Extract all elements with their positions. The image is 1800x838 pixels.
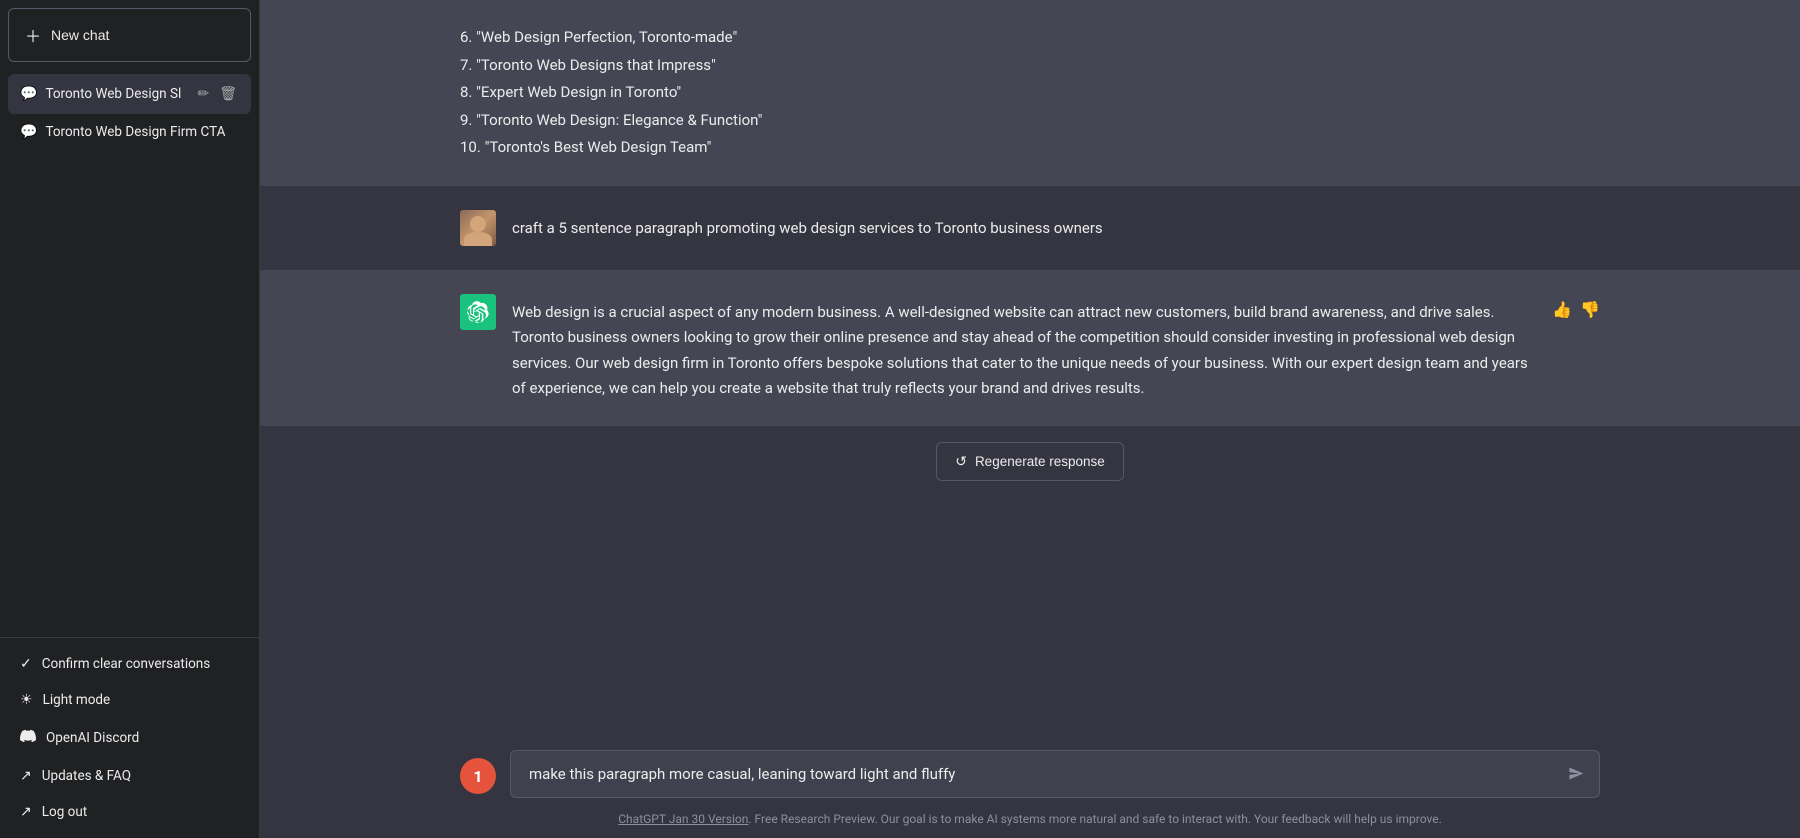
ai-response-text: Web design is a crucial aspect of any mo… — [512, 294, 1536, 402]
new-chat-button[interactable]: ＋ New chat — [8, 8, 251, 62]
list-item: 9. "Toronto Web Design: Elegance & Funct… — [460, 107, 1600, 135]
delete-icon[interactable]: 🗑 — [217, 84, 239, 104]
numbered-list: 6. "Web Design Perfection, Toronto-made"… — [460, 24, 1600, 162]
thumbs-down-icon[interactable]: 👎 — [1580, 300, 1600, 319]
chat-item-actions: ✏ 🗑 — [195, 84, 239, 104]
external-link-icon: ↗ — [20, 768, 32, 784]
sidebar-item-log-out[interactable]: ↗ Log out — [8, 794, 251, 830]
thumbs-up-icon[interactable]: 👍 — [1552, 300, 1572, 319]
list-num: 10. — [460, 138, 481, 156]
list-item: 7. "Toronto Web Designs that Impress" — [460, 52, 1600, 80]
chat-list: 💬 Toronto Web Design Sl ✏ 🗑 💬 Toronto We… — [0, 70, 259, 637]
ai-feedback-buttons: 👍 👎 — [1552, 294, 1600, 319]
list-text: "Toronto Web Design: Elegance & Function… — [476, 111, 762, 129]
list-text: "Toronto's Best Web Design Team" — [485, 138, 712, 156]
chat-item-label: Toronto Web Design Sl — [45, 86, 187, 102]
sidebar-bottom-label: Updates & FAQ — [42, 768, 131, 784]
sidebar-item-toronto-web-design-sl[interactable]: 💬 Toronto Web Design Sl ✏ 🗑 — [8, 74, 251, 114]
check-icon: ✓ — [20, 656, 32, 672]
list-text: "Expert Web Design in Toronto" — [476, 83, 681, 101]
footer-text: ChatGPT Jan 30 Version. Free Research Pr… — [460, 802, 1600, 838]
sidebar-bottom-label: Light mode — [43, 692, 111, 708]
sidebar-item-light-mode[interactable]: ☀ Light mode — [8, 682, 251, 718]
chat-item-label: Toronto Web Design Firm CTA — [45, 124, 239, 140]
user-avatar — [460, 210, 496, 246]
chat-messages: 6. "Web Design Perfection, Toronto-made"… — [260, 0, 1800, 738]
input-area: 1 ChatGPT Jan 30 Version. Free Research … — [260, 738, 1800, 838]
sidebar-item-toronto-web-design-firm[interactable]: 💬 Toronto Web Design Firm CTA — [8, 114, 251, 150]
sidebar-item-updates-faq[interactable]: ↗ Updates & FAQ — [8, 758, 251, 794]
new-chat-label: New chat — [51, 27, 109, 43]
footer-suffix: . Free Research Preview. Our goal is to … — [748, 812, 1441, 826]
send-button[interactable] — [1564, 762, 1588, 791]
send-icon — [1568, 766, 1584, 782]
user-number-badge: 1 — [460, 758, 496, 794]
ai-avatar — [460, 294, 496, 330]
user-message-text: craft a 5 sentence paragraph promoting w… — [512, 210, 1103, 240]
user-message-block: craft a 5 sentence paragraph promoting w… — [260, 186, 1800, 270]
plus-icon: ＋ — [25, 23, 41, 47]
list-num: 9. — [460, 111, 472, 129]
sidebar: ＋ New chat 💬 Toronto Web Design Sl ✏ 🗑 💬… — [0, 0, 260, 838]
message-input[interactable] — [510, 750, 1600, 798]
list-item: 10. "Toronto's Best Web Design Team" — [460, 134, 1600, 162]
list-num: 6. — [460, 28, 472, 46]
sidebar-item-openai-discord[interactable]: OpenAI Discord — [8, 718, 251, 758]
main-content: 6. "Web Design Perfection, Toronto-made"… — [260, 0, 1800, 838]
sun-icon: ☀ — [20, 692, 33, 708]
user-badge-number: 1 — [473, 767, 482, 786]
sidebar-bottom-label: OpenAI Discord — [46, 730, 139, 746]
chat-icon: 💬 — [20, 124, 37, 140]
sidebar-bottom: ✓ Confirm clear conversations ☀ Light mo… — [0, 637, 259, 838]
edit-icon[interactable]: ✏ — [195, 84, 211, 104]
openai-logo-icon — [467, 301, 489, 323]
list-item: 6. "Web Design Perfection, Toronto-made" — [460, 24, 1600, 52]
sidebar-bottom-label: Log out — [42, 804, 87, 820]
regenerate-icon: ↺ — [955, 453, 967, 470]
discord-icon — [20, 728, 36, 748]
list-num: 7. — [460, 56, 472, 74]
footer-version-link[interactable]: ChatGPT Jan 30 Version — [618, 812, 748, 826]
regenerate-label: Regenerate response — [975, 454, 1105, 469]
sidebar-item-confirm-clear[interactable]: ✓ Confirm clear conversations — [8, 646, 251, 682]
logout-icon: ↗ — [20, 804, 32, 820]
sidebar-bottom-label: Confirm clear conversations — [42, 656, 211, 672]
input-wrapper — [510, 750, 1600, 802]
regenerate-area: ↺ Regenerate response — [260, 426, 1800, 489]
list-text: "Web Design Perfection, Toronto-made" — [476, 28, 737, 46]
list-text: "Toronto Web Designs that Impress" — [476, 56, 716, 74]
ai-message-block: Web design is a crucial aspect of any mo… — [260, 270, 1800, 426]
regenerate-button[interactable]: ↺ Regenerate response — [936, 442, 1124, 481]
numbered-list-block: 6. "Web Design Perfection, Toronto-made"… — [260, 0, 1800, 186]
list-item: 8. "Expert Web Design in Toronto" — [460, 79, 1600, 107]
input-row: 1 — [460, 750, 1600, 802]
list-num: 8. — [460, 83, 472, 101]
chat-icon: 💬 — [20, 86, 37, 102]
